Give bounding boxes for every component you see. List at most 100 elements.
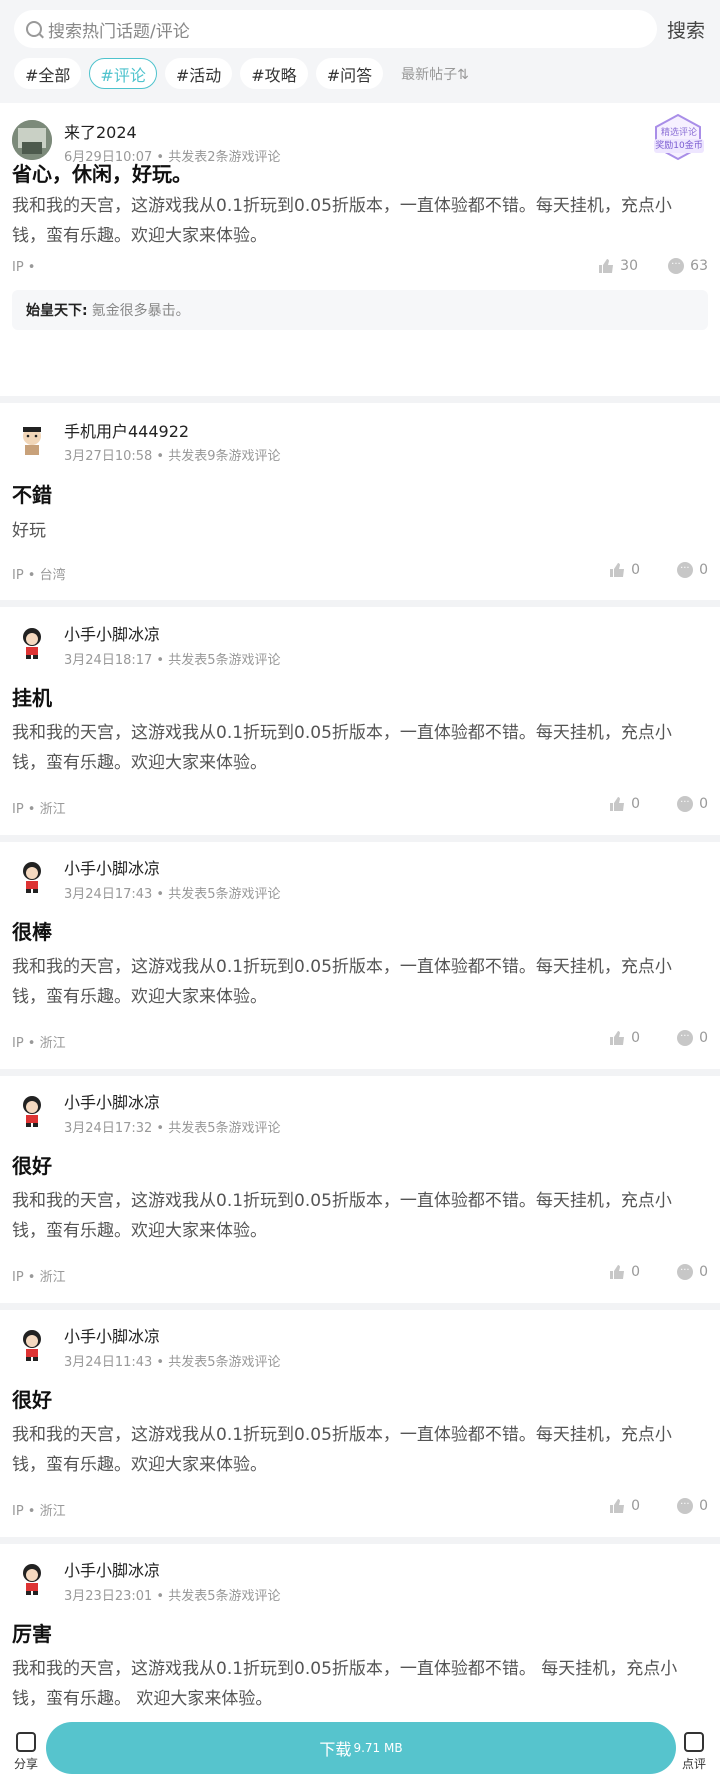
comment-count: 0 <box>699 1498 708 1514</box>
tab-qa[interactable]: #问答 <box>315 58 384 89</box>
post-meta: 3月23日23:01 • 共发表5条游戏评论 <box>64 1589 281 1604</box>
reply-preview[interactable]: 始皇天下: 氪金很多暴击。 <box>12 290 708 330</box>
post-ip: IP • 浙江 <box>12 1504 66 1519</box>
post-meta: 3月24日11:43 • 共发表5条游戏评论 <box>64 1355 281 1370</box>
search-icon <box>26 21 42 37</box>
search-placeholder: 搜索热门话题/评论 <box>48 21 190 42</box>
like-button[interactable]: 30 <box>598 258 638 274</box>
post-ip: IP • 浙江 <box>12 802 66 817</box>
post-card[interactable]: 小手小脚冰凉 3月24日11:43 • 共发表5条游戏评论 很好 我和我的天宫，… <box>0 1310 720 1537</box>
comment-icon <box>668 258 685 274</box>
sort-toggle[interactable]: 最新帖子⇅ <box>401 64 469 84</box>
author-name[interactable]: 小手小脚冰凉 <box>64 621 160 645</box>
post-title: 厉害 <box>12 1622 52 1646</box>
tab-reviews[interactable]: #评论 <box>89 58 157 89</box>
share-icon <box>16 1732 36 1752</box>
search-button[interactable]: 搜索 <box>667 16 705 43</box>
post-card[interactable]: 来了2024 6月29日10:07 • 共发表2条游戏评论 精选评论 奖励10金… <box>0 103 720 396</box>
edit-icon <box>684 1732 704 1752</box>
post-title: 很好 <box>12 1154 52 1178</box>
like-button[interactable]: 0 <box>609 562 640 578</box>
like-button[interactable]: 0 <box>609 1498 640 1514</box>
comment-button[interactable]: 0 <box>677 1498 708 1514</box>
download-label: 下载 <box>319 1740 352 1759</box>
avatar[interactable] <box>12 622 52 662</box>
post-card[interactable]: 小手小脚冰凉 3月24日17:43 • 共发表5条游戏评论 很棒 我和我的天宫，… <box>0 842 720 1069</box>
divider <box>0 396 720 403</box>
thumb-up-icon <box>610 797 625 811</box>
author-name[interactable]: 手机用户444922 <box>64 418 189 442</box>
post-body: 我和我的天宫，这游戏我从0.1折玩到0.05折版本，一直体验都不错。每天挂机，充… <box>12 723 672 773</box>
post-body: 好玩 <box>12 521 46 541</box>
post-card[interactable]: 小手小脚冰凉 3月24日18:17 • 共发表5条游戏评论 挂机 我和我的天宫，… <box>0 607 720 835</box>
post-title: 挂机 <box>12 686 52 710</box>
post-card[interactable]: 小手小脚冰凉 3月24日17:32 • 共发表5条游戏评论 很好 我和我的天宫，… <box>0 1076 720 1303</box>
thumb-up-icon <box>599 259 614 273</box>
like-count: 30 <box>620 258 638 274</box>
post-meta: 3月24日18:17 • 共发表5条游戏评论 <box>64 653 281 668</box>
post-body: 我和我的天宫，这游戏我从0.1折玩到0.05折版本，一直体验都不错。每天挂机，充… <box>12 1425 672 1475</box>
like-button[interactable]: 0 <box>609 1030 640 1046</box>
review-button[interactable]: 点评 <box>674 1732 714 1772</box>
post-title: 很棒 <box>12 920 52 944</box>
thumb-up-icon <box>610 563 625 577</box>
post-ip: IP • 浙江 <box>12 1270 66 1285</box>
comment-icon <box>677 562 694 578</box>
like-count: 0 <box>631 796 640 812</box>
post-meta: 3月27日10:58 • 共发表9条游戏评论 <box>64 449 281 464</box>
download-button[interactable]: 下载 9.71 MB <box>46 1722 676 1774</box>
comment-button[interactable]: 0 <box>677 562 708 578</box>
avatar[interactable] <box>12 1090 52 1130</box>
post-title: 省心，休闲，好玩。 <box>12 162 192 186</box>
divider <box>0 1069 720 1076</box>
comment-button[interactable]: 0 <box>677 796 708 812</box>
search-input[interactable]: 搜索热门话题/评论 <box>14 10 657 48</box>
like-count: 0 <box>631 1498 640 1514</box>
like-count: 0 <box>631 1030 640 1046</box>
author-name[interactable]: 小手小脚冰凉 <box>64 1089 160 1113</box>
avatar[interactable] <box>12 856 52 896</box>
comment-count: 0 <box>699 1264 708 1280</box>
like-count: 0 <box>631 562 640 578</box>
avatar[interactable] <box>12 1558 52 1598</box>
badge-top-text: 精选评论 <box>661 128 698 138</box>
comment-button[interactable]: 0 <box>677 1264 708 1280</box>
share-label: 分享 <box>13 1757 38 1771</box>
author-name[interactable]: 小手小脚冰凉 <box>64 1323 160 1347</box>
post-body: 我和我的天宫，这游戏我从0.1折玩到0.05折版本，一直体验都不错。每天挂机，充… <box>12 957 672 1007</box>
thumb-up-icon <box>610 1265 625 1279</box>
post-card[interactable]: 手机用户444922 3月27日10:58 • 共发表9条游戏评论 不錯 好玩 … <box>0 403 720 600</box>
author-name[interactable]: 小手小脚冰凉 <box>64 855 160 879</box>
like-count: 0 <box>631 1264 640 1280</box>
post-body: 我和我的天宫，这游戏我从0.1折玩到0.05折版本，一直体验都不错。 每天挂机，… <box>12 1659 678 1709</box>
post-meta: 3月24日17:43 • 共发表5条游戏评论 <box>64 887 281 902</box>
post-title: 很好 <box>12 1388 52 1412</box>
post-ip: IP • <box>12 260 36 275</box>
comment-icon <box>677 796 694 812</box>
share-button[interactable]: 分享 <box>6 1732 46 1772</box>
comment-count: 0 <box>699 1030 708 1046</box>
bottom-action-bar: 分享 下载 9.71 MB 点评 <box>0 1718 720 1781</box>
comment-button[interactable]: 63 <box>668 258 708 274</box>
author-name[interactable]: 小手小脚冰凉 <box>64 1557 160 1581</box>
post-card[interactable]: 小手小脚冰凉 3月23日23:01 • 共发表5条游戏评论 厉害 我和我的天宫，… <box>0 1544 720 1718</box>
reply-text: 氪金很多暴击。 <box>91 303 190 319</box>
post-body: 我和我的天宫，这游戏我从0.1折玩到0.05折版本，一直体验都不错。每天挂机，充… <box>12 1191 672 1241</box>
avatar[interactable] <box>12 419 52 459</box>
like-button[interactable]: 0 <box>609 796 640 812</box>
avatar[interactable] <box>12 120 52 160</box>
avatar[interactable] <box>12 1324 52 1364</box>
author-name[interactable]: 来了2024 <box>64 119 137 143</box>
tab-all[interactable]: #全部 <box>14 58 82 89</box>
like-button[interactable]: 0 <box>609 1264 640 1280</box>
divider <box>0 835 720 842</box>
tab-events[interactable]: #活动 <box>164 58 233 89</box>
post-title: 不錯 <box>12 483 52 507</box>
comment-icon <box>677 1264 694 1280</box>
tab-guides[interactable]: #攻略 <box>240 58 308 89</box>
comment-button[interactable]: 0 <box>677 1030 708 1046</box>
comment-icon <box>677 1498 694 1514</box>
reply-author: 始皇天下: <box>26 303 88 319</box>
comment-count: 63 <box>690 258 708 274</box>
divider <box>0 600 720 607</box>
